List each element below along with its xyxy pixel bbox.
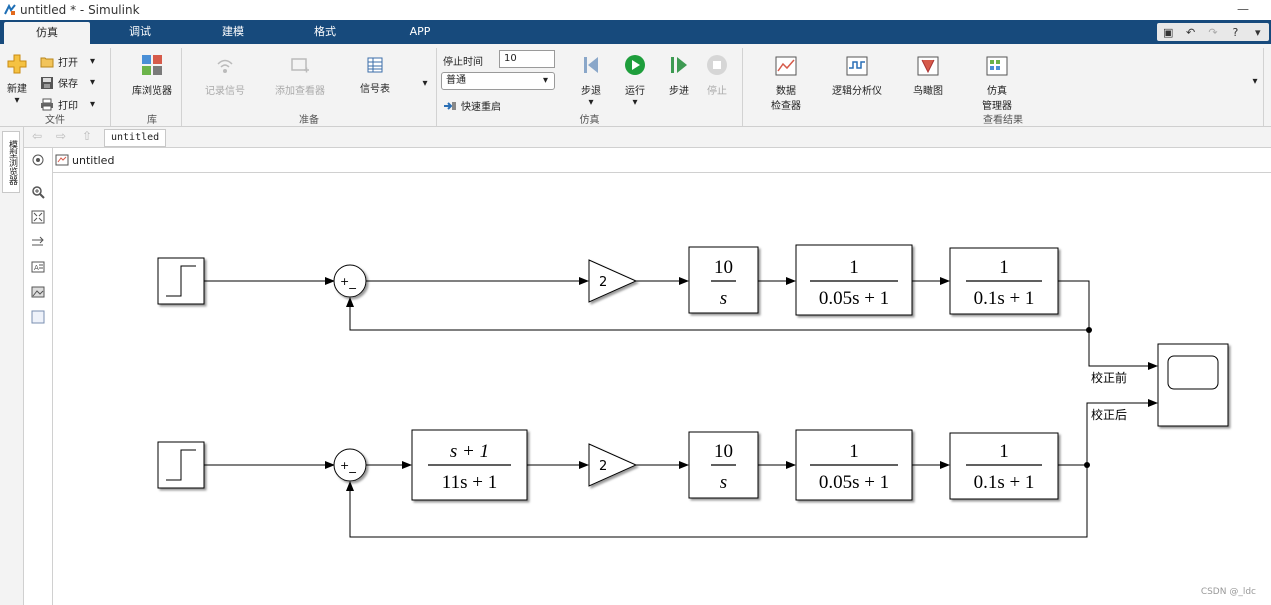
tf-denominator: 11s + 1 <box>442 472 497 493</box>
compensator-block[interactable]: s + 1 11s + 1 <box>411 429 528 501</box>
scope-block[interactable] <box>1157 343 1229 427</box>
integrator-block-top[interactable]: 10 s <box>688 246 759 314</box>
tf-denominator: 0.05s + 1 <box>819 288 889 309</box>
transfer-fcn-block-bottom-1[interactable]: 1 0.05s + 1 <box>795 429 913 501</box>
gain-value: 2 <box>599 459 607 474</box>
step-block-bottom[interactable] <box>157 441 205 489</box>
gain-value: 2 <box>599 275 607 290</box>
tf-denominator: s <box>720 288 727 309</box>
tf-numerator: 1 <box>999 257 1009 278</box>
tf-numerator: 10 <box>714 441 733 462</box>
tf-numerator: 1 <box>849 257 859 278</box>
tf-numerator: 1 <box>999 441 1009 462</box>
step-block-top[interactable] <box>157 257 205 305</box>
watermark: CSDN @_ldc <box>1200 587 1256 597</box>
tf-denominator: 0.1s + 1 <box>974 472 1035 493</box>
signal-label-before: 校正前 <box>1091 370 1127 385</box>
tf-denominator: 0.05s + 1 <box>819 472 889 493</box>
tf-numerator: 10 <box>714 257 733 278</box>
sum-minus-sign: − <box>348 466 357 479</box>
tf-denominator: 0.1s + 1 <box>974 288 1035 309</box>
sum-block-bottom[interactable]: + − <box>333 448 367 482</box>
block-diagram: + − 2 10 s 1 0.05s + 1 1 0.1s + 1 校正前 + … <box>157 244 1229 538</box>
tf-denominator: s <box>720 472 727 493</box>
gain-block-top[interactable]: 2 <box>588 259 638 303</box>
signal-label-after: 校正后 <box>1091 407 1127 422</box>
integrator-block-bottom[interactable]: 10 s <box>688 431 759 499</box>
transfer-fcn-block-bottom-2[interactable]: 1 0.1s + 1 <box>949 432 1059 500</box>
gain-block-bottom[interactable]: 2 <box>588 443 638 487</box>
transfer-fcn-block-top-1[interactable]: 1 0.05s + 1 <box>795 244 913 316</box>
transfer-fcn-block-top-2[interactable]: 1 0.1s + 1 <box>949 247 1059 315</box>
tf-numerator: 1 <box>849 441 859 462</box>
sum-minus-sign: − <box>348 282 357 295</box>
sum-block-top[interactable]: + − <box>333 264 367 298</box>
signal-line-to-scope-1[interactable] <box>1058 280 1158 370</box>
tf-numerator: s + 1 <box>450 441 489 462</box>
